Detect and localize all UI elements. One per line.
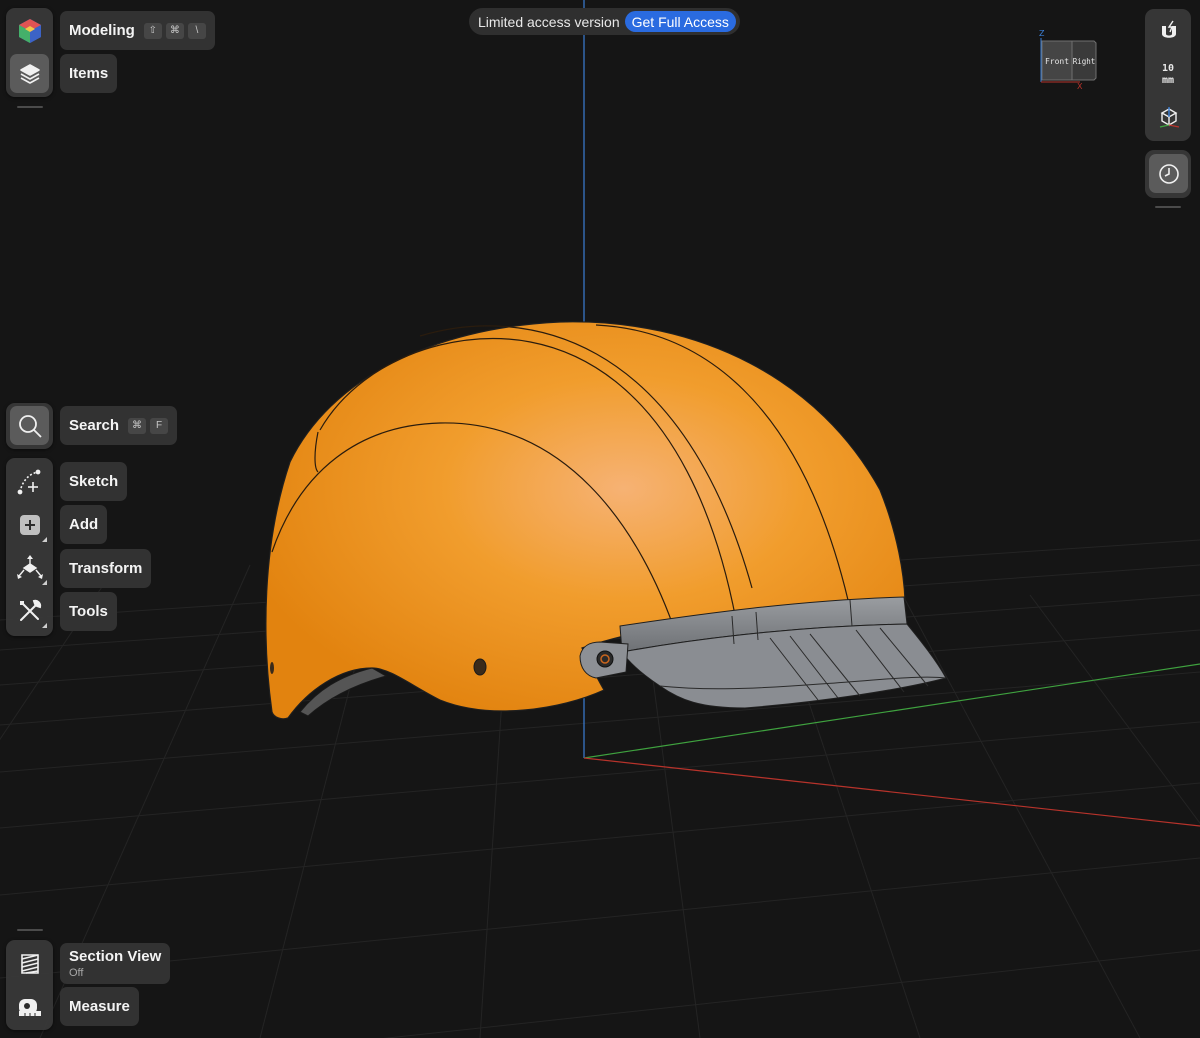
measure-button[interactable] bbox=[10, 987, 49, 1026]
rear-hole bbox=[270, 662, 274, 674]
tools-button[interactable] bbox=[10, 591, 49, 630]
shortcut-backslash: \ bbox=[187, 22, 206, 39]
grid-size-unit: mm bbox=[1161, 75, 1175, 86]
measure-label[interactable]: Measure bbox=[60, 987, 139, 1026]
toolbar-divider bbox=[1155, 206, 1181, 208]
search-toolbar bbox=[6, 403, 53, 449]
add-icon bbox=[19, 514, 40, 535]
magnet-icon bbox=[1161, 20, 1176, 38]
section-view-button[interactable] bbox=[10, 944, 49, 983]
bottom-toolbar bbox=[6, 940, 53, 1030]
shortcut-shift: ⇧ bbox=[143, 22, 162, 39]
sketch-button[interactable] bbox=[10, 462, 49, 501]
transform-label[interactable]: Transform bbox=[60, 549, 152, 588]
tools-label[interactable]: Tools bbox=[60, 592, 117, 631]
items-label[interactable]: Items bbox=[60, 54, 118, 93]
app-logo-icon bbox=[18, 18, 41, 43]
sketch-icon bbox=[17, 469, 40, 494]
right-toolbar: 10 mm bbox=[1145, 9, 1191, 141]
items-button[interactable] bbox=[10, 54, 49, 93]
submenu-indicator bbox=[42, 580, 47, 585]
helmet-model bbox=[265, 321, 947, 720]
shortcut-f: F bbox=[150, 417, 169, 434]
toolbar-divider bbox=[17, 929, 43, 931]
3d-viewport[interactable] bbox=[0, 0, 1200, 1038]
history-button[interactable] bbox=[1149, 154, 1188, 193]
transform-icon bbox=[16, 554, 43, 579]
section-view-state: Off bbox=[69, 967, 84, 979]
layers-icon bbox=[19, 63, 40, 84]
toolbar-divider bbox=[17, 106, 43, 108]
history-toolbar bbox=[1145, 150, 1191, 198]
search-label[interactable]: Search ⌘ F bbox=[60, 406, 178, 445]
workspace-button[interactable] bbox=[10, 11, 49, 50]
search-icon bbox=[18, 414, 42, 438]
shortcut-cmd: ⌘ bbox=[165, 22, 184, 39]
sketch-label[interactable]: Sketch bbox=[60, 462, 128, 501]
limited-access-banner: Limited access version Get Full Access bbox=[469, 8, 740, 35]
grid-size-readout[interactable]: 10 mm bbox=[1145, 63, 1191, 87]
tape-measure-icon bbox=[18, 998, 41, 1016]
section-view-icon bbox=[20, 953, 39, 974]
banner-text: Limited access version bbox=[478, 13, 620, 30]
visor-screw bbox=[596, 650, 614, 668]
main-tools-toolbar bbox=[6, 458, 53, 636]
search-button[interactable] bbox=[10, 406, 49, 445]
top-left-toolbar bbox=[6, 8, 53, 97]
coordinate-system-button[interactable] bbox=[1149, 97, 1188, 136]
submenu-indicator bbox=[42, 623, 47, 628]
add-label[interactable]: Add bbox=[60, 505, 108, 544]
transform-button[interactable] bbox=[10, 548, 49, 587]
tools-icon bbox=[19, 599, 41, 621]
get-full-access-button[interactable]: Get Full Access bbox=[624, 11, 736, 32]
snap-button[interactable] bbox=[1149, 12, 1188, 51]
viewcube-x-label: X bbox=[1077, 82, 1083, 91]
shortcut-cmd: ⌘ bbox=[128, 417, 147, 434]
workspace-label[interactable]: Modeling ⇧ ⌘ \ bbox=[60, 11, 215, 50]
coordinate-cube-icon bbox=[1159, 106, 1179, 128]
submenu-indicator bbox=[42, 537, 47, 542]
view-cube[interactable]: Z X Front Right bbox=[1036, 30, 1102, 92]
vent-hole bbox=[473, 658, 487, 676]
section-view-label[interactable]: Section View Off bbox=[60, 943, 171, 984]
viewcube-front-face[interactable]: Front bbox=[1045, 57, 1069, 66]
clock-icon bbox=[1158, 163, 1179, 184]
add-button[interactable] bbox=[10, 505, 49, 544]
grid-size-value: 10 bbox=[1161, 63, 1175, 74]
viewcube-z-label: Z bbox=[1039, 30, 1045, 38]
viewcube-right-face[interactable]: Right bbox=[1073, 57, 1096, 66]
